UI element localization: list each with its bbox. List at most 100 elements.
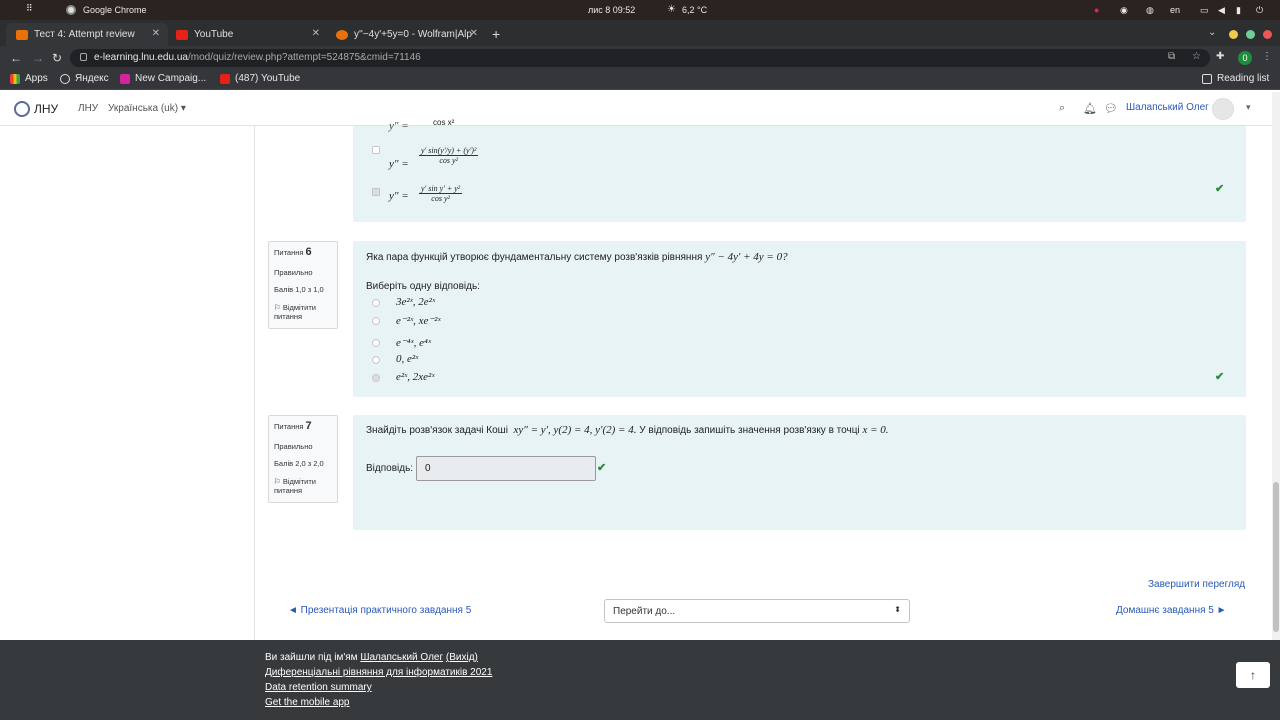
logged-in-prefix: Ви зайшли під ім'ям [265,652,358,663]
reading-list-icon [1202,73,1212,84]
jump-to-select[interactable]: Перейти до... ⬍ [604,599,910,623]
tab-wolfram[interactable]: y''−4y'+5y=0 - Wolfram|Alp ✕ [326,23,486,46]
question-status: Правильно [274,441,313,451]
question-6-info: Питання 6 Правильно Балів 1,0 з 1,0 ⚐ Ві… [268,241,338,329]
tray-app-icon[interactable]: ● [1094,5,1099,15]
translate-icon[interactable]: ⧉ [1168,51,1175,62]
os-top-bar: ⠿ Google Chrome лис 8 09:52 ☀ 6,2 °C ● ◉… [0,0,1280,20]
chat-icon[interactable]: 💬︎ [1104,102,1118,115]
close-icon[interactable]: ✕ [312,28,320,39]
finish-review-link[interactable]: Завершити перегляд [1148,579,1245,590]
forward-button[interactable]: → [32,51,44,65]
option-radio-selected[interactable] [372,374,380,382]
apps-icon [10,73,20,84]
select-arrows-icon: ⬍ [894,605,901,614]
campaign-icon [120,73,130,84]
scrollbar-thumb[interactable] [1273,482,1279,632]
back-button[interactable]: ← [10,51,22,65]
bell-icon[interactable]: 🔔︎ [1083,102,1097,115]
prev-activity-link[interactable]: ◄ Презентація практичного завдання 5 [288,605,471,616]
next-activity-link[interactable]: Домашнє завдання 5 ► [1116,605,1227,616]
close-icon[interactable]: ✕ [470,28,478,39]
option-checkbox-selected[interactable] [372,188,380,196]
bookmark-apps[interactable]: Apps [10,73,48,84]
discord-icon[interactable]: ◉ [1120,5,1128,16]
course-link[interactable]: Диференціальні рівняння для інформатиків… [265,667,492,678]
profile-avatar[interactable]: 0 [1238,51,1252,65]
extensions-icon[interactable]: ✚ [1216,51,1224,62]
option-radio[interactable] [372,299,380,307]
keyboard-lang[interactable]: en [1170,5,1180,15]
chrome-menu-icon[interactable]: ⋮ [1262,51,1272,62]
user-menu-caret-icon[interactable]: ▾ [1246,102,1251,113]
option-fraction: y' sin(y'/y) + (y')² cos y² [419,146,479,165]
activities-icon[interactable]: ⠿ [26,3,33,14]
question-text-b: У відповідь запишіть значення розв'язку … [639,425,860,436]
power-icon[interactable]: ⏻ [1256,5,1263,16]
option-radio[interactable] [372,339,380,347]
globe-icon [60,73,70,84]
bookmark-campaign[interactable]: New Campaig... [120,73,206,84]
bookmark-yandex[interactable]: Яндекс [60,73,109,84]
lock-icon[interactable] [80,53,87,61]
jump-to-value: Перейти до... [613,606,676,617]
bookmarks-bar: Apps Яндекс New Campaig... (487) YouTube… [0,70,1280,90]
close-window-button[interactable] [1263,30,1272,39]
question-number: 7 [305,420,312,432]
reading-list-button[interactable]: Reading list [1202,73,1269,84]
option-radio[interactable] [372,317,380,325]
back-to-top-button[interactable]: ↑ [1236,662,1270,688]
reload-button[interactable]: ↻ [52,51,62,65]
footer-user-link[interactable]: Шалапський Олег [360,652,443,663]
new-tab-button[interactable]: + [492,26,500,42]
question-5-content: y″ = cos x² y″ = y' sin(y'/y) + (y')² cos… [353,118,1246,222]
option-text: e⁻²ˣ, xe⁻²ˣ [396,315,441,327]
active-app-label[interactable]: Google Chrome [83,5,147,15]
maximize-button[interactable] [1246,30,1255,39]
wolfram-icon [336,29,348,40]
question-number: 6 [305,246,312,258]
youtube-icon [176,29,188,40]
language-menu[interactable]: Українська (uk) ▾ [108,103,186,114]
user-name[interactable]: Шалапський Олег [1126,102,1209,113]
avatar[interactable] [1212,98,1234,120]
flag-icon: ⚐ [274,302,281,312]
minimize-button[interactable] [1229,30,1238,39]
flag-label: Відмітити питання [274,476,316,495]
question-label: Питання [274,422,304,431]
correct-check-icon: ✔ [1215,183,1225,195]
url-field[interactable]: e-learning.lnu.edu.ua/mod/quiz/review.ph… [70,49,1210,67]
display-icon[interactable]: ▭ [1200,5,1209,16]
bookmark-star-icon[interactable]: ☆ [1192,51,1201,62]
search-icon[interactable]: ⌕ [1059,102,1065,115]
logged-in-info: Ви зайшли під ім'ям Шалапський Олег (Вих… [265,652,478,663]
bookmark-label: Яндекс [75,73,109,84]
tab-youtube[interactable]: YouTube ✕ [166,23,328,46]
option-checkbox[interactable] [372,146,380,154]
chrome-icon [66,5,76,15]
flag-question-link[interactable]: ⚐ Відмітити питання [274,303,332,322]
option-radio[interactable] [372,356,380,364]
bookmark-youtube[interactable]: (487) YouTube [220,73,300,84]
tab-quiz-review[interactable]: Тест 4: Attempt review ✕ [6,23,168,46]
tray-globe-icon[interactable]: ◍ [1146,5,1154,16]
microphone-icon[interactable]: ▮ [1236,5,1241,16]
logout-link[interactable]: (Вихід) [446,652,478,663]
question-text-body: Яка пара функцій утворює фундаментальну … [366,252,703,263]
option-text: e⁻⁴ˣ, e⁴ˣ [396,337,431,349]
close-icon[interactable]: ✕ [152,28,160,39]
tab-search-icon[interactable]: ⌄ [1208,27,1216,38]
mobile-app-link[interactable]: Get the mobile app [265,697,350,708]
home-link[interactable]: ЛНУ [78,103,98,114]
clock[interactable]: лис 8 09:52 [588,5,635,15]
temperature[interactable]: 6,2 °C [682,5,707,15]
bookmark-label: Apps [25,73,48,84]
site-brand[interactable]: ЛНУ [34,102,58,116]
flag-question-link[interactable]: ⚐ Відмітити питання [274,477,332,496]
page-divider [254,126,255,640]
university-logo[interactable] [14,101,30,117]
data-retention-link[interactable]: Data retention summary [265,682,372,693]
volume-icon[interactable]: ◀ [1218,5,1225,16]
answer-field[interactable]: 0 [416,456,596,481]
option-lhs: y″ = [389,158,409,170]
